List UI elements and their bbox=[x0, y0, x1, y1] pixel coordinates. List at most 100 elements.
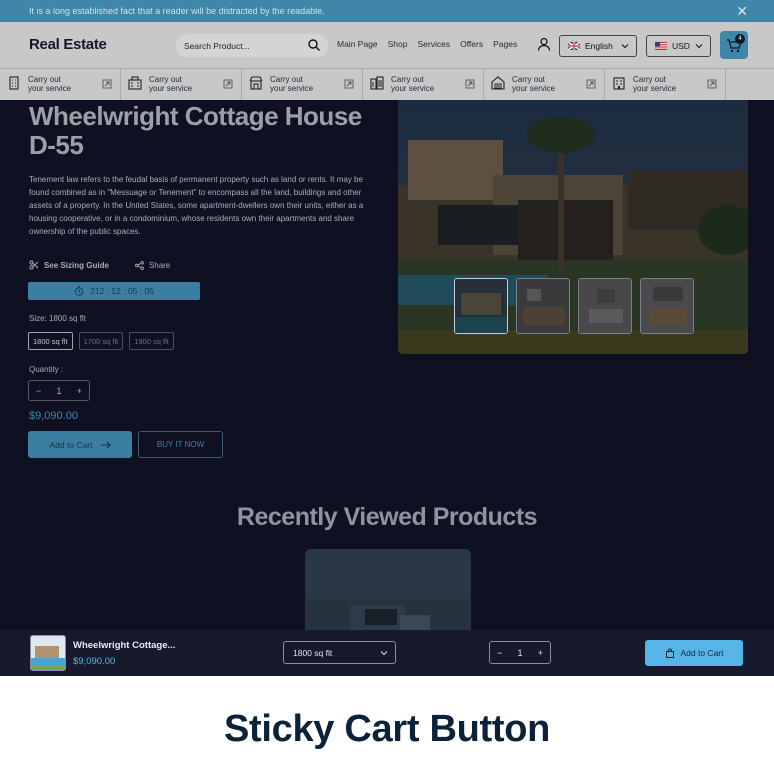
sticky-add-to-cart-label: Add to Cart bbox=[680, 648, 724, 658]
feature-line1: Carry out bbox=[28, 75, 61, 84]
sticky-quantity-value[interactable]: 1 bbox=[517, 648, 522, 658]
arrow-icon bbox=[465, 79, 475, 89]
sticky-decrease-button[interactable]: − bbox=[497, 648, 502, 658]
language-value: English bbox=[585, 41, 613, 51]
feature-line2: your service bbox=[149, 84, 193, 93]
feature-line2: your service bbox=[391, 84, 435, 93]
announcement-bar: It is a long established fact that a rea… bbox=[0, 0, 774, 22]
decrease-button[interactable]: − bbox=[36, 386, 41, 396]
thumbnail[interactable] bbox=[578, 278, 632, 334]
quantity-stepper: − 1 + bbox=[28, 380, 90, 401]
sticky-thumbnail-image bbox=[31, 636, 65, 670]
clock-icon bbox=[74, 286, 84, 296]
caption-title: Sticky Cart Button bbox=[223, 708, 551, 750]
chevron-down-icon bbox=[621, 44, 629, 49]
sticky-quantity-stepper: − 1 + bbox=[489, 641, 551, 664]
feature-item[interactable]: Carry out your service bbox=[484, 69, 605, 100]
building-icon bbox=[9, 76, 19, 90]
buy-now-button[interactable]: BUY IT NOW bbox=[138, 431, 223, 458]
sticky-size-value: 1800 sq flt bbox=[293, 647, 333, 658]
feature-line2: your service bbox=[633, 84, 677, 93]
share-icon bbox=[134, 260, 144, 270]
site-header: Real Estate Search Product... Main Page … bbox=[0, 22, 774, 68]
quantity-value[interactable]: 1 bbox=[56, 386, 61, 396]
nav-shop[interactable]: Shop bbox=[388, 39, 408, 49]
sticky-increase-button[interactable]: + bbox=[538, 648, 543, 658]
store-icon bbox=[249, 76, 263, 90]
recently-viewed-title: Recently Viewed Products bbox=[236, 503, 538, 531]
size-option[interactable]: 1700 sq flt bbox=[78, 332, 124, 350]
thumbnail[interactable] bbox=[640, 278, 694, 334]
nav-pages[interactable]: Pages bbox=[493, 39, 517, 49]
sticky-size-select[interactable]: 1800 sq flt bbox=[283, 641, 396, 664]
feature-item[interactable]: Carry out your service bbox=[605, 69, 726, 100]
office-icon bbox=[128, 76, 142, 90]
feature-item[interactable]: Carry out your service bbox=[0, 69, 121, 100]
size-label: Size: 1800 sq flt bbox=[29, 314, 86, 323]
feature-item[interactable]: Carry out your service bbox=[363, 69, 484, 100]
announcement-text: It is a long established fact that a rea… bbox=[29, 6, 325, 16]
sticky-product-thumbnail bbox=[30, 635, 66, 671]
feature-item[interactable]: Carry out your service bbox=[242, 69, 363, 100]
arrow-icon bbox=[707, 79, 717, 89]
size-options: 1800 sq flt 1700 sq flt 1900 sq flt bbox=[28, 332, 174, 350]
product-price: $9,090.00 bbox=[29, 410, 78, 422]
main-nav: Main Page Shop Services Offers Pages bbox=[337, 39, 517, 49]
sticky-product-price: $9,090.00 bbox=[73, 656, 116, 667]
feature-item[interactable]: Carry out your service bbox=[121, 69, 242, 100]
site-logo[interactable]: Real Estate bbox=[29, 36, 107, 53]
share-label: Share bbox=[148, 260, 171, 270]
feature-line1: Carry out bbox=[270, 75, 303, 84]
chevron-down-icon bbox=[695, 44, 703, 49]
sticky-product-name: Wheelwright Cottage... bbox=[73, 640, 176, 651]
thumbnail[interactable] bbox=[516, 278, 570, 334]
bag-icon bbox=[665, 648, 674, 658]
quantity-label: Quantity : bbox=[29, 365, 64, 374]
nav-offers[interactable]: Offers bbox=[460, 39, 483, 49]
feature-line1: Carry out bbox=[633, 75, 666, 84]
thumbnail-image bbox=[641, 279, 693, 333]
product-section: Wheelwright Cottage House D-55 Tenement … bbox=[0, 100, 774, 630]
thumbnail[interactable] bbox=[454, 278, 508, 334]
apartment-icon bbox=[613, 77, 625, 90]
chevron-down-icon bbox=[380, 651, 388, 656]
garage-icon bbox=[491, 76, 505, 90]
language-select[interactable]: English bbox=[559, 35, 637, 57]
arrow-icon bbox=[344, 79, 354, 89]
feature-line2: your service bbox=[270, 84, 314, 93]
add-to-cart-button[interactable]: Add to Cart bbox=[28, 431, 132, 458]
arrow-icon bbox=[223, 79, 233, 89]
currency-select[interactable]: USD bbox=[646, 35, 711, 57]
thumbnail-strip bbox=[454, 278, 694, 334]
sticky-cart-bar: Wheelwright Cottage... $9,090.00 1800 sq… bbox=[0, 630, 774, 676]
recently-viewed-card-image[interactable] bbox=[305, 549, 471, 630]
search-icon[interactable] bbox=[307, 38, 321, 52]
feature-line1: Carry out bbox=[149, 75, 182, 84]
uk-flag-icon bbox=[568, 42, 580, 50]
thumbnail-image bbox=[579, 279, 631, 333]
arrow-right-icon bbox=[100, 441, 111, 448]
feature-line1: Carry out bbox=[391, 75, 424, 84]
cart-button[interactable]: 4 bbox=[720, 31, 748, 59]
product-links: See Sizing Guide Share bbox=[29, 260, 170, 270]
nav-services[interactable]: Services bbox=[418, 39, 451, 49]
feature-line2: your service bbox=[28, 84, 72, 93]
increase-button[interactable]: + bbox=[77, 386, 82, 396]
arrow-icon bbox=[102, 79, 112, 89]
thumbnail-image bbox=[455, 279, 507, 333]
scissors-icon bbox=[29, 260, 39, 270]
tower-icon bbox=[370, 76, 384, 90]
close-icon[interactable]: ✕ bbox=[736, 2, 748, 20]
size-option[interactable]: 1900 sq flt bbox=[129, 332, 174, 350]
nav-main-page[interactable]: Main Page bbox=[337, 39, 378, 49]
size-option[interactable]: 1800 sq flt bbox=[28, 332, 73, 350]
sizing-guide-link[interactable]: See Sizing Guide bbox=[29, 260, 109, 270]
cart-count-badge: 4 bbox=[735, 34, 745, 44]
feature-line1: Carry out bbox=[512, 75, 545, 84]
feature-bar: Carry out your service Carry out your serv… bbox=[0, 68, 774, 100]
sticky-add-to-cart-button[interactable]: Add to Cart bbox=[645, 640, 743, 666]
countdown-timer: 212 : 12 : 05 : 05 bbox=[28, 282, 200, 300]
user-icon[interactable] bbox=[537, 37, 551, 51]
share-link[interactable]: Share bbox=[134, 260, 171, 270]
search-input[interactable]: Search Product... bbox=[176, 34, 328, 57]
